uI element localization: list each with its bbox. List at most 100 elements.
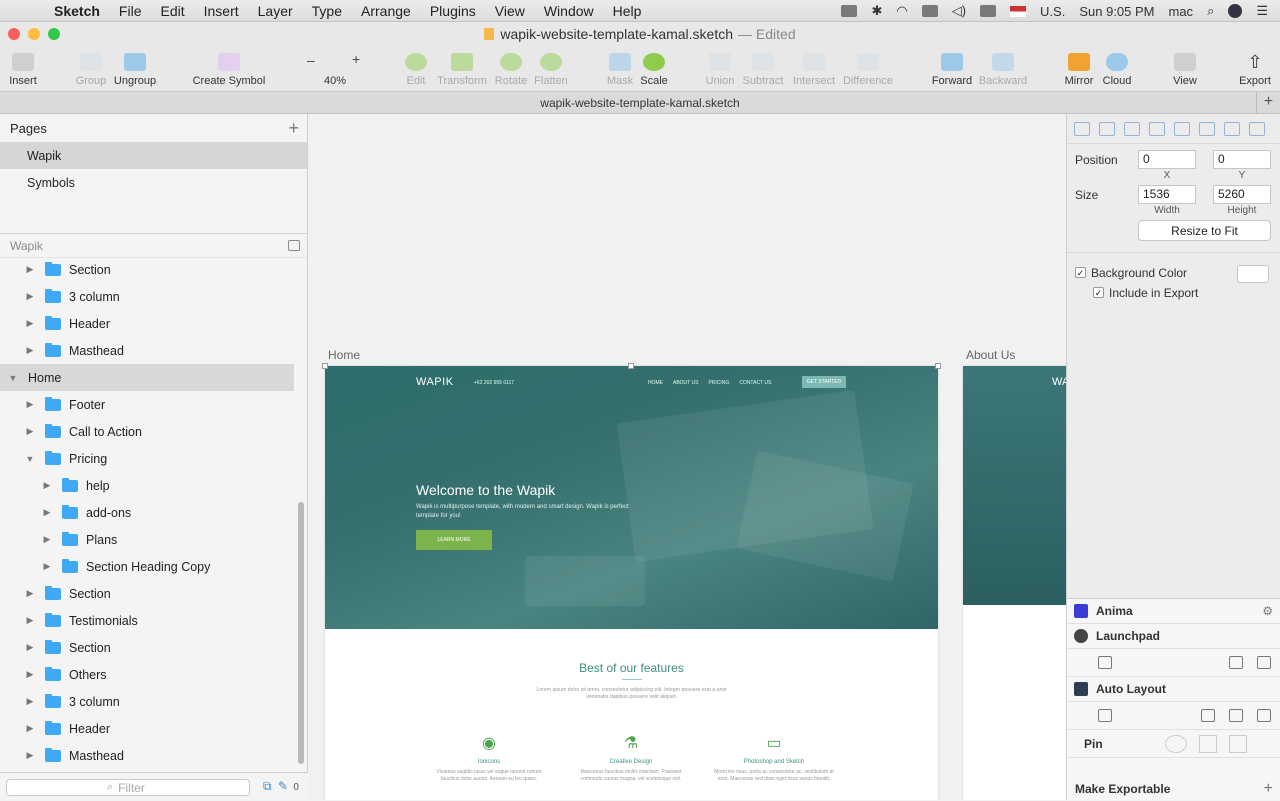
disclosure-closed-icon[interactable]: ▶ — [25, 642, 35, 653]
ungroup-button[interactable]: Ungroup — [105, 46, 165, 92]
pin-vertical-icon[interactable] — [1229, 735, 1247, 753]
disclosure-closed-icon[interactable]: ▶ — [25, 345, 35, 356]
pages-divider[interactable] — [0, 196, 307, 234]
difference-button[interactable]: Difference — [838, 46, 898, 92]
layer-row[interactable]: ▶ Section Heading Copy — [0, 553, 294, 580]
layer-row[interactable]: ▶ Section — [0, 634, 294, 661]
layer-row[interactable]: ▼ Home — [0, 364, 294, 391]
menu-file[interactable]: File — [119, 3, 142, 19]
browser-preview-icon[interactable] — [1229, 656, 1243, 669]
disclosure-closed-icon[interactable]: ▶ — [25, 291, 35, 302]
stack-icon[interactable] — [1098, 709, 1112, 722]
create-symbol-button[interactable]: Create Symbol — [189, 46, 269, 92]
disclosure-closed-icon[interactable]: ▶ — [42, 561, 52, 572]
disclosure-closed-icon[interactable]: ▶ — [25, 426, 35, 437]
launchpad-header[interactable]: Launchpad — [1067, 624, 1280, 649]
input-source[interactable]: U.S. — [1040, 4, 1065, 19]
auto-layout-header[interactable]: Auto Layout — [1067, 677, 1280, 702]
layer-row[interactable]: ▶ Header — [0, 715, 294, 742]
resize-handle[interactable] — [628, 363, 634, 369]
artboard-about-us[interactable]: WA — [963, 366, 1066, 800]
collapse-layers-icon[interactable] — [288, 240, 300, 251]
document-tab[interactable]: wapik-website-template-kamal.sketch — [540, 96, 739, 110]
bluetooth-icon[interactable]: ✱ — [871, 3, 882, 19]
disclosure-closed-icon[interactable]: ▶ — [25, 669, 35, 680]
wifi-icon[interactable]: ◠ — [896, 3, 907, 19]
background-color-well[interactable] — [1237, 265, 1269, 283]
export-button[interactable]: ⇧ Export — [1225, 46, 1280, 92]
layer-list-scrollbar[interactable] — [298, 502, 304, 764]
intersect-button[interactable]: Intersect — [784, 46, 844, 92]
user-name[interactable]: mac — [1169, 4, 1194, 19]
filter-copy-icon[interactable]: ⧉ — [263, 779, 272, 793]
align-center-icon[interactable] — [1149, 121, 1165, 136]
minimize-window-button[interactable] — [28, 28, 40, 40]
disclosure-closed-icon[interactable]: ▶ — [42, 480, 52, 491]
anima-header[interactable]: Anima ⚙ — [1067, 599, 1280, 624]
phone-preview-icon[interactable] — [1229, 709, 1243, 722]
disclosure-closed-icon[interactable]: ▶ — [25, 750, 35, 761]
layer-row[interactable]: ▶ Header — [0, 310, 294, 337]
layer-row[interactable]: ▶ 3 column — [0, 688, 294, 715]
menu-help[interactable]: Help — [613, 3, 642, 19]
filter-brush-icon[interactable]: ✎ — [278, 779, 288, 793]
evernote-icon[interactable] — [841, 5, 858, 17]
layer-filter-input[interactable]: ⌕ Filter — [6, 779, 250, 796]
link-icon[interactable] — [1098, 656, 1112, 669]
disclosure-closed-icon[interactable]: ▶ — [25, 264, 35, 275]
layer-row[interactable]: ▼ Pricing — [0, 445, 294, 472]
cloud-button[interactable]: Cloud — [1087, 46, 1147, 92]
resize-to-fit-button[interactable]: Resize to Fit — [1138, 220, 1271, 241]
include-in-export-checkbox[interactable]: ✓ — [1093, 287, 1104, 298]
canvas[interactable]: Home About Us WAPIK +62 202 555 0117 HOM… — [308, 114, 1066, 800]
tablet-preview-icon[interactable] — [1257, 709, 1271, 722]
layer-row[interactable]: ▶ Call to Action — [0, 418, 294, 445]
layer-row[interactable]: ▶ Masthead — [0, 742, 294, 769]
zoom-window-button[interactable] — [48, 28, 60, 40]
layer-row[interactable]: ▶ Masthead — [0, 337, 294, 364]
menu-app-name[interactable]: Sketch — [54, 3, 100, 19]
distribute-vertical-icon[interactable] — [1099, 121, 1115, 136]
menu-type[interactable]: Type — [312, 3, 342, 19]
close-window-button[interactable] — [8, 28, 20, 40]
height-input[interactable]: 5260 — [1213, 185, 1271, 204]
scale-button[interactable]: Scale — [624, 46, 684, 92]
layer-row[interactable]: ▶ Section — [0, 580, 294, 607]
layer-row[interactable]: ▶ Others — [0, 661, 294, 688]
menu-arrange[interactable]: Arrange — [361, 3, 411, 19]
align-right-icon[interactable] — [1174, 121, 1190, 136]
menu-view[interactable]: View — [495, 3, 525, 19]
airplay-icon[interactable] — [921, 5, 938, 17]
artboard-home[interactable]: WAPIK +62 202 555 0117 HOME ABOUT US PRI… — [325, 366, 938, 800]
view-button[interactable]: View — [1155, 46, 1215, 92]
notification-center-icon[interactable]: ☰ — [1256, 3, 1268, 19]
align-middle-icon[interactable] — [1224, 121, 1240, 136]
artboard-label-about[interactable]: About Us — [966, 348, 1015, 362]
disclosure-closed-icon[interactable]: ▶ — [25, 723, 35, 734]
menu-layer[interactable]: Layer — [258, 3, 293, 19]
disclosure-closed-icon[interactable]: ▶ — [42, 507, 52, 518]
menu-window[interactable]: Window — [544, 3, 594, 19]
layer-list[interactable]: ▶ Section ▶ 3 column ▶ Header ▶ Masthead ▼ Home ▶ F… — [0, 256, 294, 772]
zoom-level[interactable]: 40% — [324, 75, 346, 87]
width-input[interactable]: 1536 — [1138, 185, 1196, 204]
layer-row[interactable]: ▶ help — [0, 472, 294, 499]
page-item-wapik[interactable]: Wapik — [0, 142, 307, 169]
flatten-button[interactable]: Flatten — [521, 46, 581, 92]
disclosure-closed-icon[interactable]: ▶ — [25, 696, 35, 707]
pin-header[interactable]: Pin — [1067, 730, 1280, 758]
align-bottom-icon[interactable] — [1249, 121, 1265, 136]
menu-insert[interactable]: Insert — [204, 3, 239, 19]
disclosure-open-icon[interactable]: ▼ — [25, 454, 35, 464]
artboard-label-home[interactable]: Home — [328, 348, 360, 362]
window-title-suffix[interactable]: — Edited — [738, 26, 796, 42]
layer-row[interactable]: ▶ add-ons — [0, 499, 294, 526]
volume-icon[interactable]: ◁) — [952, 3, 966, 19]
page-item-symbols[interactable]: Symbols — [0, 169, 307, 196]
siri-icon[interactable] — [1228, 4, 1243, 18]
add-page-button[interactable]: + — [288, 118, 299, 139]
make-exportable-header[interactable]: Make Exportable + — [1067, 776, 1280, 801]
spotlight-icon[interactable]: ⌕ — [1207, 3, 1214, 19]
resize-handle[interactable] — [935, 363, 941, 369]
align-top-icon[interactable] — [1199, 121, 1215, 136]
